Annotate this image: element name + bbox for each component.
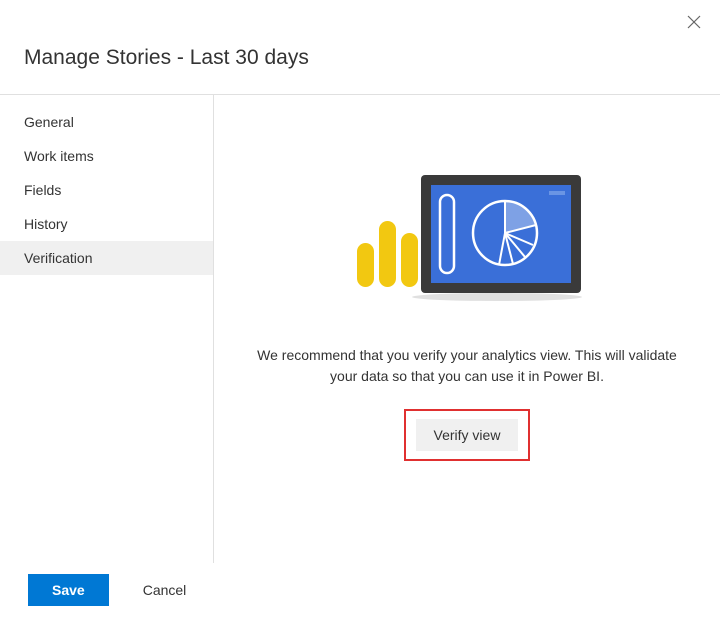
main-content: We recommend that you verify your analyt… <box>214 95 720 563</box>
cancel-button[interactable]: Cancel <box>123 574 207 606</box>
close-icon[interactable] <box>684 12 704 32</box>
save-button[interactable]: Save <box>28 574 109 606</box>
sidebar-item-label: General <box>24 114 74 130</box>
analytics-tablet-illustration <box>347 165 587 305</box>
sidebar-item-label: History <box>24 216 68 232</box>
dialog-footer: Save Cancel <box>28 574 206 606</box>
verify-view-button[interactable]: Verify view <box>416 419 519 451</box>
sidebar: General Work items Fields History Verifi… <box>0 95 214 563</box>
sidebar-item-fields[interactable]: Fields <box>0 173 213 207</box>
sidebar-item-verification[interactable]: Verification <box>0 241 213 275</box>
sidebar-item-work-items[interactable]: Work items <box>0 139 213 173</box>
dialog-header: Manage Stories - Last 30 days <box>0 0 720 94</box>
verify-highlight-box: Verify view <box>404 409 531 461</box>
sidebar-item-label: Verification <box>24 250 92 266</box>
sidebar-item-label: Fields <box>24 182 61 198</box>
dialog-body: General Work items Fields History Verifi… <box>0 95 720 563</box>
page-title: Manage Stories - Last 30 days <box>24 46 696 70</box>
recommendation-text: We recommend that you verify your analyt… <box>252 345 682 387</box>
sidebar-item-general[interactable]: General <box>0 105 213 139</box>
sidebar-item-history[interactable]: History <box>0 207 213 241</box>
sidebar-item-label: Work items <box>24 148 94 164</box>
